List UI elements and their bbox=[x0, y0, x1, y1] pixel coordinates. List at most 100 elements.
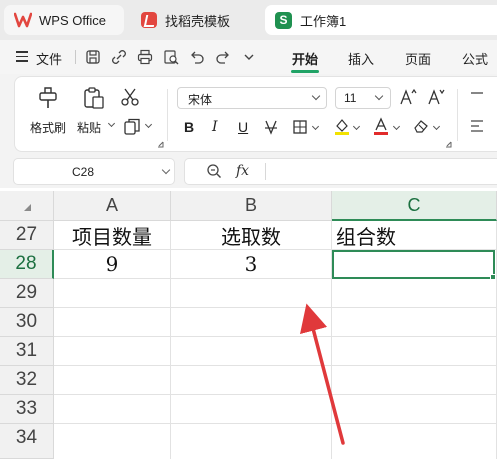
cell-a30[interactable] bbox=[54, 308, 171, 337]
cell-b31[interactable] bbox=[171, 337, 332, 366]
copy-icon[interactable] bbox=[123, 117, 143, 137]
tab-daoke-template[interactable]: 找稻壳模板 bbox=[131, 5, 259, 35]
menu-file[interactable]: 文件 bbox=[36, 49, 62, 68]
borders-dropdown-icon[interactable] bbox=[311, 122, 320, 131]
cell-c27[interactable]: 组合数 bbox=[332, 221, 497, 250]
undo-icon[interactable] bbox=[188, 48, 206, 66]
tab-wps-office[interactable]: WPS Office bbox=[4, 5, 124, 35]
underline-icon[interactable]: U bbox=[238, 119, 248, 135]
menu-bar: 文件 开始 插入 页面 公式 bbox=[0, 40, 497, 74]
cell-b29[interactable] bbox=[171, 279, 332, 308]
active-cell-border bbox=[332, 250, 495, 279]
row-header-31[interactable]: 31 bbox=[0, 337, 54, 366]
cell-c32[interactable] bbox=[332, 366, 497, 395]
paste-dropdown-icon[interactable] bbox=[107, 119, 116, 128]
format-painter-icon[interactable] bbox=[37, 86, 59, 110]
row-header-33[interactable]: 33 bbox=[0, 395, 54, 424]
fill-color-dropdown-icon[interactable] bbox=[352, 122, 361, 131]
font-color-icon[interactable] bbox=[372, 117, 390, 135]
column-header-a[interactable]: A bbox=[54, 191, 171, 221]
cell-a32[interactable] bbox=[54, 366, 171, 395]
row-header-30[interactable]: 30 bbox=[0, 308, 54, 337]
bold-icon[interactable]: B bbox=[184, 119, 194, 135]
redo-icon[interactable] bbox=[214, 48, 232, 66]
tab-workbook[interactable]: S 工作簿1 bbox=[265, 5, 497, 35]
cell-c31[interactable] bbox=[332, 337, 497, 366]
column-header-b[interactable]: B bbox=[171, 191, 332, 221]
menu-tab-insert[interactable]: 插入 bbox=[348, 49, 374, 68]
cell-b32[interactable] bbox=[171, 366, 332, 395]
column-header-c[interactable]: C bbox=[332, 191, 497, 221]
cell-a31[interactable] bbox=[54, 337, 171, 366]
format-painter-label[interactable]: 格式刷 bbox=[30, 119, 66, 136]
paste-icon[interactable] bbox=[83, 86, 105, 110]
increase-font-size-icon[interactable] bbox=[399, 88, 417, 106]
name-box-dropdown-icon[interactable] bbox=[161, 165, 171, 175]
clear-format-icon[interactable] bbox=[412, 118, 430, 134]
cell-b34[interactable] bbox=[171, 424, 332, 459]
decrease-font-size-icon[interactable] bbox=[427, 88, 445, 106]
formula-input[interactable] bbox=[184, 158, 497, 185]
spreadsheet-s-icon: S bbox=[275, 11, 292, 29]
cell-a33[interactable] bbox=[54, 395, 171, 424]
row-header-28[interactable]: 28 bbox=[0, 250, 54, 279]
cell-a28[interactable]: 9 bbox=[54, 250, 171, 279]
row-header-29[interactable]: 29 bbox=[0, 279, 54, 308]
daoke-template-icon bbox=[141, 12, 157, 28]
align-left-icon[interactable] bbox=[469, 119, 485, 133]
cell-a29[interactable] bbox=[54, 279, 171, 308]
menu-divider bbox=[75, 50, 76, 64]
name-box-value: C28 bbox=[72, 165, 95, 179]
cell-b27[interactable]: 选取数 bbox=[171, 221, 332, 250]
cell-a27[interactable]: 项目数量 bbox=[54, 221, 171, 250]
name-box[interactable]: C28 bbox=[13, 158, 175, 185]
share-link-icon[interactable] bbox=[110, 48, 128, 66]
cell-b28[interactable]: 3 bbox=[171, 250, 332, 279]
cut-icon[interactable] bbox=[120, 87, 140, 107]
font-size-dropdown-icon bbox=[374, 91, 384, 101]
fill-color-icon[interactable] bbox=[333, 117, 351, 135]
borders-icon[interactable] bbox=[292, 119, 308, 135]
row-header-34[interactable]: 34 bbox=[0, 424, 54, 459]
zoom-lookup-icon[interactable] bbox=[206, 163, 222, 179]
cell-c29[interactable] bbox=[332, 279, 497, 308]
strikethrough-icon[interactable] bbox=[263, 119, 279, 135]
menu-tab-home[interactable]: 开始 bbox=[292, 49, 318, 68]
copy-dropdown-icon[interactable] bbox=[144, 120, 153, 129]
ribbon-home: 格式刷 粘贴 宋体 11 B I U bbox=[14, 76, 497, 152]
cell-a34[interactable] bbox=[54, 424, 171, 459]
menu-tab-formula[interactable]: 公式 bbox=[462, 49, 488, 68]
cell-c34[interactable] bbox=[332, 424, 497, 459]
ribbon-divider bbox=[457, 89, 458, 141]
font-name-select[interactable]: 宋体 bbox=[177, 87, 327, 109]
print-icon[interactable] bbox=[136, 48, 154, 66]
cell-b33[interactable] bbox=[171, 395, 332, 424]
font-size-select[interactable]: 11 bbox=[335, 87, 391, 109]
spreadsheet-grid: A B C 27 28 29 30 31 32 33 34 项目数量 选取数 组… bbox=[0, 191, 497, 459]
paste-label[interactable]: 粘贴 bbox=[77, 119, 101, 136]
align-top-icon[interactable] bbox=[469, 91, 485, 103]
row-header-32[interactable]: 32 bbox=[0, 366, 54, 395]
font-name-dropdown-icon bbox=[311, 91, 321, 101]
cell-c33[interactable] bbox=[332, 395, 497, 424]
select-all-corner[interactable] bbox=[0, 191, 54, 221]
fill-handle[interactable] bbox=[490, 274, 496, 280]
save-icon[interactable] bbox=[84, 48, 102, 66]
clipboard-settings-icon[interactable] bbox=[157, 141, 164, 148]
quick-access-more-icon[interactable] bbox=[240, 48, 258, 66]
row-header-27[interactable]: 27 bbox=[0, 221, 54, 250]
insert-function-icon[interactable]: fx bbox=[236, 163, 249, 179]
hamburger-menu-icon[interactable] bbox=[16, 51, 28, 62]
formula-divider bbox=[265, 163, 266, 180]
italic-icon[interactable]: I bbox=[212, 119, 218, 135]
clear-format-dropdown-icon[interactable] bbox=[432, 122, 441, 131]
active-tab-indicator bbox=[291, 70, 319, 73]
font-color-dropdown-icon[interactable] bbox=[392, 122, 401, 131]
cell-b30[interactable] bbox=[171, 308, 332, 337]
cell-c30[interactable] bbox=[332, 308, 497, 337]
wps-logo-icon bbox=[14, 12, 32, 28]
print-preview-icon[interactable] bbox=[162, 48, 180, 66]
tab-label: 工作簿1 bbox=[300, 13, 347, 29]
font-settings-icon[interactable] bbox=[445, 141, 452, 148]
menu-tab-page[interactable]: 页面 bbox=[405, 49, 431, 68]
